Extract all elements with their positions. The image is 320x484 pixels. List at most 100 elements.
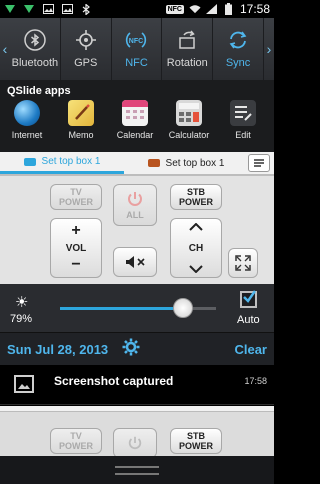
quick-remote: Set top box 1 Set top box 1 TV POWER ALL… <box>0 152 274 284</box>
notification-time: 17:58 <box>244 376 267 386</box>
quick-setting-nfc[interactable]: NFC NFC <box>112 18 163 80</box>
tv-power-button[interactable]: TV POWER <box>50 184 102 210</box>
all-power-button-preview <box>113 428 157 456</box>
channel-label: CH <box>188 242 204 254</box>
quick-setting-label: Rotation <box>166 57 208 69</box>
status-bar: NFC 17:58 <box>0 0 274 18</box>
drag-handle-icon <box>115 465 159 475</box>
scroll-right-icon[interactable]: › <box>264 18 274 80</box>
brightness-icon: ☀ <box>15 294 29 311</box>
set-top-box-icon <box>147 159 160 167</box>
quick-setting-gps[interactable]: GPS <box>61 18 112 80</box>
memo-icon <box>68 100 94 126</box>
date-bar: Sun Jul 28, 2013 Clear <box>0 332 274 365</box>
bluetooth-icon <box>24 29 46 51</box>
chevron-up-icon <box>189 223 203 231</box>
quick-setting-label: NFC <box>125 57 148 69</box>
brightness-panel: ☀ 79% Auto <box>0 284 274 332</box>
remote-menu-button[interactable] <box>248 154 270 172</box>
all-power-button[interactable]: ALL <box>113 184 157 226</box>
button-label: POWER <box>58 441 93 451</box>
app-label: Internet <box>11 130 43 140</box>
button-label: STB <box>187 431 205 441</box>
set-top-box-icon <box>23 157 36 166</box>
scroll-left-icon[interactable]: ‹ <box>0 18 10 80</box>
tab-label: Set top box 1 <box>41 156 101 167</box>
sync-icon <box>229 31 247 49</box>
qslide-app-memo[interactable]: Memo <box>54 100 108 140</box>
volume-rocker[interactable]: + VOL − <box>50 218 102 278</box>
qslide-title: QSlide apps <box>7 85 71 97</box>
button-label: TV <box>70 187 82 197</box>
nfc-icon: NFC <box>165 4 184 14</box>
download-icon <box>4 4 16 15</box>
stb-power-button[interactable]: STB POWER <box>170 184 222 210</box>
nfc-icon: NFC <box>126 32 147 48</box>
tab-set-top-box-1[interactable]: Set top box 1 <box>0 152 124 174</box>
app-label: Calculator <box>168 130 210 140</box>
qslide-app-calendar[interactable]: Calendar <box>108 100 162 140</box>
date-label: Sun Jul 28, 2013 <box>7 341 109 357</box>
bluetooth-icon <box>80 3 92 15</box>
stb-power-button-preview: STB POWER <box>170 428 222 454</box>
mute-icon <box>126 256 145 268</box>
image-icon <box>61 4 73 15</box>
app-label: Memo <box>68 130 94 140</box>
notification-item[interactable]: Screenshot captured 17:58 <box>0 365 274 405</box>
quick-setting-label: GPS <box>74 57 98 69</box>
signal-icon <box>206 4 218 15</box>
button-label: POWER <box>178 441 213 451</box>
quick-setting-rotation[interactable]: Rotation <box>162 18 214 80</box>
button-label: ALL <box>126 210 144 220</box>
status-clock: 17:58 <box>239 2 270 16</box>
menu-icon <box>254 159 264 167</box>
calendar-icon <box>122 100 148 126</box>
quick-settings: ‹ Bluetooth GPS NFC NFC Rotation Sync › <box>0 18 274 80</box>
chevron-down-icon <box>189 265 203 273</box>
drawer-handle[interactable] <box>0 456 274 484</box>
expand-icon <box>235 255 251 271</box>
power-icon <box>128 436 142 450</box>
quick-remote-preview: TV POWER STB POWER <box>0 406 274 456</box>
qslide-app-edit[interactable]: Edit <box>216 100 270 140</box>
mute-button[interactable] <box>113 247 157 277</box>
settings-gear-icon[interactable] <box>122 338 140 361</box>
download-icon <box>23 4 35 15</box>
auto-brightness-label: Auto <box>237 314 260 326</box>
quick-setting-sync[interactable]: Sync <box>213 18 264 80</box>
channel-rocker[interactable]: CH <box>170 218 222 278</box>
quick-setting-bluetooth[interactable]: Bluetooth <box>10 18 61 80</box>
notification-title: Screenshot captured <box>54 374 174 388</box>
volume-label: VOL <box>65 242 87 254</box>
button-label: TV <box>70 431 82 441</box>
expand-remote-button[interactable] <box>228 248 258 278</box>
quick-setting-label: Sync <box>225 57 251 69</box>
brightness-value: 79% <box>10 313 33 325</box>
button-label: STB <box>187 187 205 197</box>
clear-notifications-button[interactable]: Clear <box>234 342 267 357</box>
tv-power-button-preview: TV POWER <box>50 428 102 454</box>
svg-text:NFC: NFC <box>129 38 143 45</box>
image-icon <box>14 375 34 393</box>
gps-icon <box>75 30 96 50</box>
tab-label: Set top box 1 <box>165 157 225 169</box>
volume-down-label: − <box>71 256 81 273</box>
checkmark-icon <box>243 290 256 303</box>
auto-brightness-checkbox[interactable] <box>240 290 257 308</box>
rotation-icon <box>179 30 196 49</box>
qslide-app-calculator[interactable]: Calculator <box>162 100 216 140</box>
app-label: Calendar <box>116 130 154 140</box>
calculator-icon <box>176 100 202 126</box>
battery-icon <box>223 3 235 15</box>
globe-icon <box>14 100 40 126</box>
tab-set-top-box-2[interactable]: Set top box 1 <box>124 152 248 174</box>
app-label: Edit <box>235 130 251 140</box>
quick-setting-label: Bluetooth <box>11 57 59 69</box>
edit-icon <box>230 100 256 126</box>
button-label: POWER <box>178 197 213 207</box>
power-icon <box>128 192 142 206</box>
qslide-panel: QSlide apps Internet Memo Calendar Calcu… <box>0 80 274 152</box>
qslide-app-internet[interactable]: Internet <box>0 100 54 140</box>
brightness-slider-thumb[interactable] <box>173 298 194 318</box>
button-label: POWER <box>58 197 93 207</box>
